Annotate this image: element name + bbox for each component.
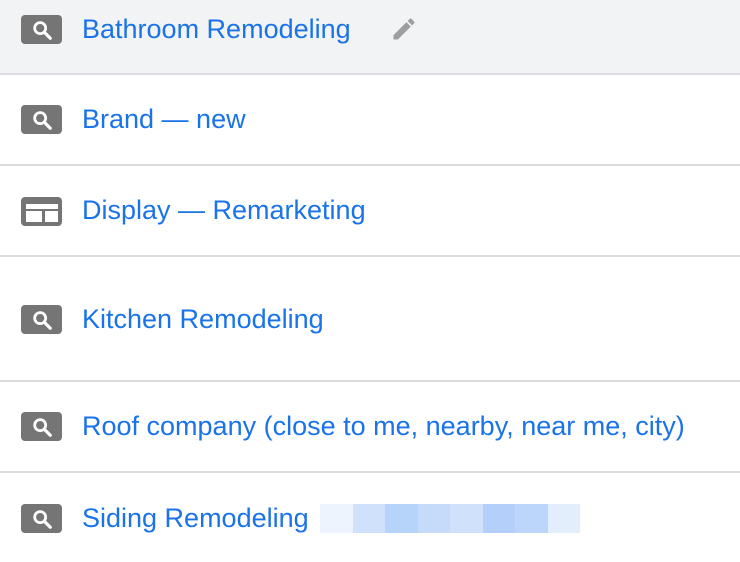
campaign-name-link[interactable]: Roof company (close to me, nearby, near … [82,409,685,443]
campaign-name-link[interactable]: Brand — new [82,102,246,136]
campaign-row[interactable]: Brand — new [0,75,740,166]
campaign-row[interactable]: Display — Remarketing [0,166,740,257]
search-icon [21,15,62,44]
search-icon [21,105,62,134]
campaign-name-link[interactable]: Siding Remodeling [82,501,309,535]
campaign-row[interactable]: Roof company (close to me, nearby, near … [0,382,740,473]
campaign-row[interactable]: Kitchen Remodeling [0,257,740,382]
campaign-name-link[interactable]: Bathroom Remodeling [82,12,351,46]
redacted-text [320,504,580,533]
campaign-list: Bathroom Remodeling Brand — new Display … [0,0,740,562]
campaign-name-link[interactable]: Display — Remarketing [82,193,366,227]
campaign-row[interactable]: Siding Remodeling [0,473,740,562]
search-icon [21,504,62,533]
display-icon [21,197,62,226]
search-icon [21,412,62,441]
campaign-row[interactable]: Bathroom Remodeling [0,0,740,75]
campaign-name-link[interactable]: Kitchen Remodeling [82,302,324,336]
search-icon [21,305,62,334]
pencil-icon[interactable] [388,13,420,45]
